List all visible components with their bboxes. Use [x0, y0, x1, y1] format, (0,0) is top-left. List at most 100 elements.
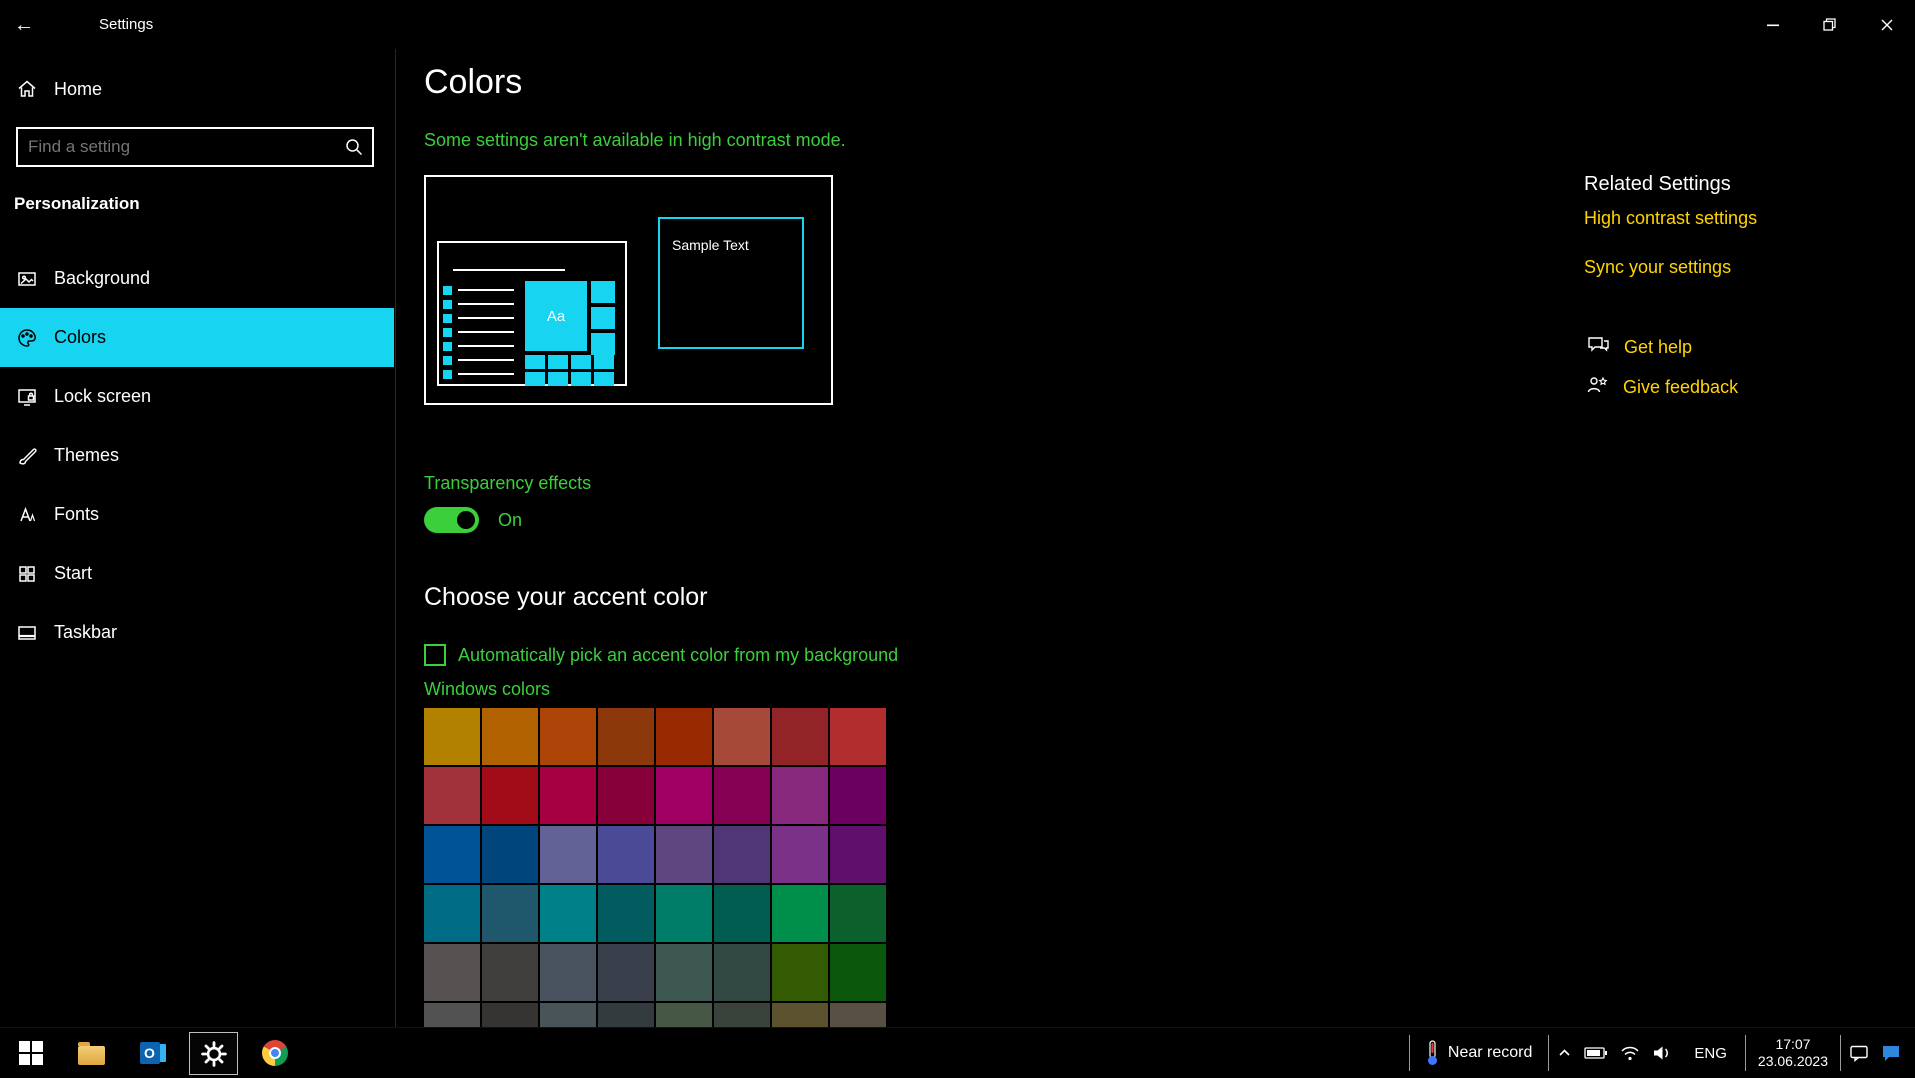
color-swatch[interactable]: [772, 1003, 828, 1027]
color-swatch[interactable]: [830, 885, 886, 942]
color-swatch[interactable]: [424, 826, 480, 883]
transparency-toggle[interactable]: [424, 507, 479, 533]
color-swatch[interactable]: [540, 708, 596, 765]
color-swatch[interactable]: [830, 767, 886, 824]
color-swatch[interactable]: [714, 885, 770, 942]
color-swatch[interactable]: [714, 1003, 770, 1027]
battery-button[interactable]: [1578, 1028, 1614, 1078]
close-button[interactable]: [1858, 0, 1915, 49]
color-swatch[interactable]: [424, 944, 480, 1001]
color-swatch[interactable]: [714, 944, 770, 1001]
color-swatch[interactable]: [598, 826, 654, 883]
color-swatch[interactable]: [656, 885, 712, 942]
action-center-button[interactable]: [1843, 1028, 1875, 1078]
color-swatch[interactable]: [772, 944, 828, 1001]
color-swatch[interactable]: [424, 1003, 480, 1027]
color-swatch[interactable]: [714, 767, 770, 824]
titlebar: ← Settings: [0, 0, 1915, 49]
color-swatch[interactable]: [482, 708, 538, 765]
give-feedback-link[interactable]: Give feedback: [1587, 375, 1738, 400]
network-button[interactable]: [1614, 1028, 1646, 1078]
color-swatch[interactable]: [656, 944, 712, 1001]
window-title: Settings: [99, 16, 154, 33]
get-help-link[interactable]: Get help: [1587, 335, 1692, 360]
color-swatch[interactable]: [482, 885, 538, 942]
high-contrast-notice: Some settings aren't available in high c…: [424, 130, 846, 150]
back-button[interactable]: ←: [0, 0, 48, 49]
settings-app-button[interactable]: [189, 1032, 238, 1075]
sidebar-item-label: Taskbar: [54, 622, 118, 642]
preview-mini-window: Aa: [437, 241, 627, 386]
sidebar-item-start[interactable]: Start: [0, 544, 394, 603]
sidebar-section-title: Personalization: [14, 194, 140, 213]
color-swatch[interactable]: [656, 767, 712, 824]
start-button[interactable]: [0, 1028, 61, 1078]
back-arrow-icon: ←: [14, 14, 34, 36]
sidebar-item-taskbar[interactable]: Taskbar: [0, 603, 394, 662]
color-swatch[interactable]: [424, 885, 480, 942]
sidebar-item-background[interactable]: Background: [0, 249, 394, 308]
preview-sample-text: Sample Text: [658, 217, 804, 349]
weather-label: Near record: [1447, 1044, 1533, 1061]
high-contrast-settings-link[interactable]: High contrast settings: [1584, 208, 1757, 229]
sidebar-nav: Background Colors Lock screen Themes Fon…: [0, 249, 394, 662]
tray-separator: [1744, 1035, 1746, 1071]
color-swatch[interactable]: [598, 944, 654, 1001]
color-swatch[interactable]: [830, 826, 886, 883]
color-swatch[interactable]: [482, 944, 538, 1001]
weather-widget[interactable]: Near record: [1412, 1028, 1546, 1078]
color-swatch[interactable]: [830, 944, 886, 1001]
color-swatch[interactable]: [540, 944, 596, 1001]
color-swatch[interactable]: [540, 1003, 596, 1027]
color-swatch[interactable]: [540, 826, 596, 883]
get-help-icon: [1587, 335, 1610, 360]
color-swatch[interactable]: [598, 708, 654, 765]
auto-accent-row[interactable]: Automatically pick an accent color from …: [424, 644, 898, 666]
color-swatch[interactable]: [424, 708, 480, 765]
sidebar-item-home[interactable]: Home: [0, 60, 394, 118]
color-swatch[interactable]: [482, 767, 538, 824]
auto-accent-checkbox[interactable]: [424, 644, 446, 666]
color-swatch[interactable]: [656, 1003, 712, 1027]
restore-button[interactable]: [1801, 0, 1858, 49]
search-input[interactable]: [18, 137, 336, 157]
color-swatch[interactable]: [540, 885, 596, 942]
color-swatch[interactable]: [540, 767, 596, 824]
sidebar-item-colors[interactable]: Colors: [0, 308, 394, 367]
clock[interactable]: 17:07 23.06.2023: [1748, 1036, 1838, 1070]
chrome-button[interactable]: [244, 1028, 305, 1078]
sidebar-item-lock-screen[interactable]: Lock screen: [0, 367, 394, 426]
color-swatch[interactable]: [598, 767, 654, 824]
tray-overflow-button[interactable]: [1551, 1028, 1578, 1078]
color-swatch[interactable]: [482, 826, 538, 883]
minimize-button[interactable]: [1744, 0, 1801, 49]
search-icon[interactable]: [336, 138, 372, 156]
color-swatch[interactable]: [772, 885, 828, 942]
volume-button[interactable]: [1646, 1028, 1678, 1078]
language-button[interactable]: ENG: [1678, 1028, 1743, 1078]
color-swatch[interactable]: [772, 767, 828, 824]
sidebar-item-themes[interactable]: Themes: [0, 426, 394, 485]
color-swatch[interactable]: [772, 826, 828, 883]
color-swatch[interactable]: [714, 826, 770, 883]
color-swatch[interactable]: [656, 826, 712, 883]
color-swatch[interactable]: [830, 708, 886, 765]
color-swatch[interactable]: [772, 708, 828, 765]
color-swatch[interactable]: [598, 1003, 654, 1027]
color-swatch[interactable]: [830, 1003, 886, 1027]
chat-bubble-icon: [1883, 1046, 1899, 1061]
sidebar-item-fonts[interactable]: Fonts: [0, 485, 394, 544]
color-swatch[interactable]: [598, 885, 654, 942]
color-swatch[interactable]: [714, 708, 770, 765]
file-explorer-button[interactable]: [61, 1028, 122, 1078]
color-swatch[interactable]: [424, 767, 480, 824]
action-center-icon: [1850, 1045, 1868, 1062]
chat-notification-button[interactable]: [1875, 1028, 1907, 1078]
sync-settings-link[interactable]: Sync your settings: [1584, 257, 1731, 278]
color-swatch[interactable]: [482, 1003, 538, 1027]
windows-colors-grid: [424, 708, 886, 1027]
outlook-button[interactable]: O: [122, 1028, 183, 1078]
taskbar: O Near record ENG 17:07 23.06.2023: [0, 1027, 1915, 1078]
sidebar-item-label: Themes: [54, 445, 120, 465]
color-swatch[interactable]: [656, 708, 712, 765]
